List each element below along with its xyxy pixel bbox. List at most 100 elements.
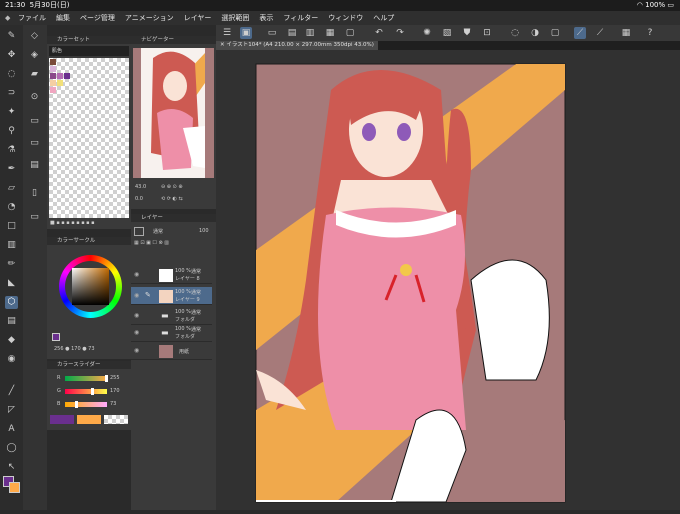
layer-row[interactable]: ◉ 100 % 通常 レイヤー 8 [131, 266, 212, 284]
blue-value[interactable]: 73 [110, 401, 116, 407]
expand-icon[interactable]: ▢ [549, 27, 561, 39]
lasso-select-icon[interactable]: ⊃ [5, 87, 18, 100]
saturation-square[interactable] [72, 268, 109, 305]
blend-tool-icon[interactable]: ◔ [5, 201, 18, 214]
color-set-select[interactable]: 肌色 [49, 46, 129, 56]
grid-icon[interactable]: ▦ [620, 27, 632, 39]
gradient-tool-icon[interactable]: ▤ [5, 315, 18, 328]
blue-slider[interactable] [65, 401, 107, 408]
menu-page[interactable]: ページ管理 [80, 11, 115, 25]
blue-slider-thumb[interactable] [75, 401, 78, 408]
ruler-tool-icon[interactable]: ◸ [5, 404, 18, 417]
panel-icon[interactable]: ▭ [28, 211, 41, 224]
menu-animation[interactable]: アニメーション [125, 11, 174, 25]
eyedropper-icon[interactable]: ⚗ [5, 144, 18, 157]
eye-icon[interactable]: ◉ [134, 292, 139, 299]
save-icon[interactable]: ▥ [304, 27, 316, 39]
green-slider-thumb[interactable] [91, 388, 94, 395]
figure-tool-icon[interactable]: ◆ [5, 334, 18, 347]
invert-icon[interactable]: ◑ [529, 27, 541, 39]
red-slider-thumb[interactable] [105, 375, 108, 382]
menu-edit[interactable]: 編集 [56, 11, 70, 25]
transform-icon[interactable]: ⊡ [481, 27, 493, 39]
balloon-tool-icon[interactable]: ◯ [5, 442, 18, 455]
loading-icon[interactable]: ✺ [421, 27, 433, 39]
new-icon[interactable]: ▭ [266, 27, 278, 39]
brush-tool-icon[interactable]: ✎ [5, 30, 18, 43]
menu-selection[interactable]: 選択範囲 [221, 11, 249, 25]
transparent-color-chip[interactable] [104, 415, 128, 424]
zoom-controls-icon[interactable]: ⊖ ⊕ ⊙ ⊕ [161, 184, 183, 190]
add-swatch-icon[interactable]: ■ ▪ ▪ ▪ ▪ ▪ ▪ ▪ ▪ [50, 220, 95, 226]
clear-icon[interactable]: ▧ [441, 27, 453, 39]
redo-icon[interactable]: ↷ [394, 27, 406, 39]
undo-icon[interactable]: ↶ [373, 27, 385, 39]
swatch[interactable] [64, 73, 70, 79]
snap-line-icon[interactable]: ⟋ [574, 27, 586, 39]
swatch[interactable] [50, 66, 56, 72]
pick-tool-icon[interactable]: ◣ [5, 277, 18, 290]
menu-window[interactable]: ウィンドウ [328, 11, 363, 25]
layer-mode-icon[interactable] [134, 227, 144, 236]
red-value[interactable]: 255 [110, 375, 120, 381]
document-tab[interactable]: ✕ イラスト104* (A4 210.00 × 297.00mm 350dpi … [216, 41, 378, 50]
vector-eraser-icon[interactable]: ⊙ [28, 91, 41, 104]
eye-icon[interactable]: ◉ [134, 271, 139, 278]
canvas-artwork[interactable] [216, 50, 680, 510]
menu-layer[interactable]: レイヤー [184, 11, 212, 25]
fill-tool-icon[interactable]: ▥ [5, 239, 18, 252]
text-tool-icon[interactable]: A [5, 423, 18, 436]
swatch[interactable] [50, 73, 56, 79]
menu-filter[interactable]: フィルター [283, 11, 318, 25]
zoom-tool-icon[interactable]: ⚲ [5, 125, 18, 138]
frame-icon[interactable]: ▤ [28, 159, 41, 172]
navigator-preview[interactable] [133, 48, 214, 178]
canvas-area[interactable] [216, 50, 680, 510]
navigator-zoom[interactable]: 43.0 [135, 184, 146, 190]
soft-eraser-icon[interactable]: ◈ [28, 49, 41, 62]
swatch[interactable] [57, 73, 63, 79]
app-menu-icon[interactable]: ◆ [5, 11, 10, 25]
menu-file[interactable]: ファイル [18, 11, 46, 25]
main-color-swatch[interactable] [9, 482, 20, 493]
red-slider[interactable] [65, 375, 108, 382]
shape-tool-icon[interactable]: □ [5, 220, 18, 233]
settings-icon[interactable]: ▢ [344, 27, 356, 39]
eraser-tool-icon[interactable]: ▱ [5, 182, 18, 195]
swatch[interactable] [50, 59, 56, 65]
swatch[interactable] [50, 87, 56, 93]
green-slider[interactable] [65, 388, 107, 395]
line-tool-icon[interactable]: ╱ [5, 385, 18, 398]
bucket-tool-icon[interactable]: ⬡ [5, 296, 18, 309]
layer-row[interactable]: ◉ ▬ 100 % 通常 フォルダ [131, 324, 212, 342]
pen-tool-icon[interactable]: ✒ [5, 163, 18, 176]
open-icon[interactable]: ▤ [286, 27, 298, 39]
green-value[interactable]: 170 [110, 388, 120, 394]
layout-icon[interactable]: ▣ [240, 27, 252, 39]
swatch[interactable] [57, 80, 63, 86]
close-icon[interactable]: ✕ [220, 42, 225, 48]
menu-help[interactable]: ヘルプ [373, 11, 394, 25]
menu-view[interactable]: 表示 [259, 11, 273, 25]
rotate-controls-icon[interactable]: ⟲ ⟳ ◐ ⇆ [161, 196, 183, 202]
help-icon[interactable]: ? [644, 27, 656, 39]
eraser-subtool-icon[interactable]: ◇ [28, 30, 41, 43]
blend-mode-select[interactable]: 通常 [153, 228, 163, 235]
sub-color-indicator[interactable] [52, 333, 60, 341]
snap-ruler-icon[interactable]: ⟋ [594, 27, 606, 39]
operation-tool-icon[interactable]: ↖ [5, 461, 18, 474]
folder-icon[interactable]: ▭ [28, 115, 41, 128]
layer-icon[interactable]: ▭ [28, 137, 41, 150]
page-icon[interactable]: ▯ [28, 187, 41, 200]
main-color-chip[interactable] [77, 415, 101, 424]
eye-icon[interactable]: ◉ [134, 347, 139, 354]
eye-icon[interactable]: ◉ [134, 329, 139, 336]
layer-opacity[interactable]: 100 [199, 228, 209, 234]
lasso-tool-icon[interactable]: ◌ [5, 68, 18, 81]
sub-color-chip[interactable] [50, 415, 74, 424]
pencil-tool-icon[interactable]: ✏ [5, 258, 18, 271]
layer-tools-icon[interactable]: ▦ ⊡ ▣ ☐ ⊗ ▥ [134, 240, 169, 246]
layer-row[interactable]: ◉ ▬ 100 % 通常 フォルダ [131, 307, 212, 325]
move-tool-icon[interactable]: ✥ [5, 49, 18, 62]
eye-icon[interactable]: ◉ [134, 312, 139, 319]
